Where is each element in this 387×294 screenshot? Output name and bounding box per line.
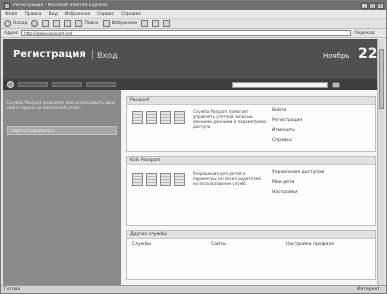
- status-bar: Готово Интернет: [1, 285, 386, 293]
- section-link[interactable]: Настройки профиля: [286, 240, 334, 250]
- section-link[interactable]: Мои дети: [272, 178, 372, 188]
- sidebar-register-tab[interactable]: Зарегистрироваться: [7, 126, 117, 135]
- section-link[interactable]: Управление доступом: [272, 168, 372, 178]
- thumbnail-image: [160, 111, 171, 124]
- minimize-button[interactable]: _: [361, 2, 368, 9]
- section-header: Passport: [127, 97, 375, 105]
- window-title: Регистрация - Microsoft Internet Explore…: [13, 3, 108, 8]
- print-button[interactable]: [163, 20, 171, 28]
- section-link[interactable]: Регистрация: [272, 116, 372, 126]
- menu-bar: Файл Правка Вид Избранное Сервис Справка: [1, 10, 386, 18]
- menu-view[interactable]: Вид: [49, 12, 58, 17]
- printer-icon: [163, 20, 171, 27]
- address-label: Адрес: [4, 30, 19, 36]
- login-link[interactable]: Вход: [97, 51, 118, 60]
- site-search-button[interactable]: [332, 81, 340, 88]
- home-icon: [64, 20, 72, 27]
- section-description: Служба Passport помогает управлять учетн…: [193, 109, 267, 129]
- status-text: Готово: [4, 287, 21, 292]
- sidebar-intro: Служба Passport позволяет вам использова…: [7, 100, 116, 110]
- browser-window: Регистрация - Microsoft Internet Explore…: [0, 0, 387, 294]
- section-link[interactable]: Службы: [132, 240, 151, 250]
- back-button[interactable]: Назад: [4, 20, 27, 28]
- back-arrow-icon: [4, 20, 11, 27]
- vertical-scrollbar[interactable]: [377, 39, 384, 285]
- date-day: 22: [358, 46, 378, 62]
- section-links: Управление доступом Мои дети Настройки: [272, 168, 372, 198]
- refresh-icon: [53, 20, 61, 27]
- browser-toolbar: Назад Поиск Избранное: [1, 18, 386, 29]
- title-bar: Регистрация - Microsoft Internet Explore…: [1, 1, 386, 10]
- nav-tab-3[interactable]: [86, 82, 116, 87]
- star-icon: [102, 20, 110, 27]
- section-links: Войти Регистрация Изменить Справка: [272, 106, 372, 146]
- section-header: Другие службы: [127, 231, 375, 239]
- menu-edit[interactable]: Правка: [24, 12, 41, 17]
- section-link[interactable]: Справка: [272, 136, 372, 146]
- menu-file[interactable]: Файл: [5, 12, 17, 17]
- section-thumbnails: [132, 111, 185, 124]
- thumbnail-image: [174, 111, 185, 124]
- scrollbar-thumb[interactable]: [379, 49, 384, 109]
- thumbnail-image: [146, 173, 157, 186]
- nav-tab-2[interactable]: [52, 82, 82, 87]
- stop-button[interactable]: [42, 20, 50, 28]
- thumbnail-image: [160, 173, 171, 186]
- security-zone: Интернет: [357, 287, 380, 292]
- refresh-button[interactable]: [53, 20, 61, 28]
- section-link[interactable]: Войти: [272, 106, 372, 116]
- web-page: Регистрация | Вход Ноябрь 22 Служба Pass…: [3, 39, 384, 285]
- thumbnail-image: [146, 111, 157, 124]
- section-link[interactable]: Сайты: [211, 240, 226, 250]
- close-button[interactable]: ×: [377, 2, 384, 9]
- address-input[interactable]: http://www.passport.net: [21, 30, 352, 36]
- stop-icon: [42, 20, 50, 27]
- maximize-button[interactable]: □: [369, 2, 376, 9]
- favorites-button[interactable]: Избранное: [102, 20, 138, 28]
- home-nav-icon[interactable]: [7, 81, 14, 88]
- menu-tools[interactable]: Сервис: [97, 12, 114, 17]
- ie-app-icon: [4, 2, 10, 9]
- nav-tab-1[interactable]: [18, 82, 48, 87]
- address-bar: Адрес http://www.passport.net Переход: [1, 29, 386, 38]
- search-button[interactable]: Поиск: [75, 20, 99, 28]
- home-button[interactable]: [64, 20, 72, 28]
- section-link[interactable]: Изменить: [272, 126, 372, 136]
- main-content: Passport Служба Passport помогает управл…: [123, 90, 378, 285]
- forward-arrow-icon: [31, 20, 39, 27]
- site-nav: [3, 79, 378, 90]
- section-other-services: Другие службы Службы Сайты Настройки про…: [126, 230, 376, 280]
- mail-icon: [152, 20, 160, 27]
- window-controls: _ □ ×: [361, 2, 384, 9]
- section-kids: Kids Passport Разрешения для детей и пар…: [126, 156, 376, 226]
- date-month: Ноябрь: [323, 52, 350, 60]
- section-description: Разрешения для детей и параметры согласи…: [193, 171, 261, 186]
- section-link[interactable]: Настройки: [272, 188, 372, 198]
- mail-button[interactable]: [152, 20, 160, 28]
- section-links: Службы Сайты Настройки профиля: [132, 240, 372, 250]
- go-button[interactable]: Переход: [354, 31, 374, 36]
- menu-help[interactable]: Справка: [121, 12, 141, 17]
- thumbnail-image: [132, 111, 143, 124]
- thumbnail-image: [132, 173, 143, 186]
- section-passport: Passport Служба Passport помогает управл…: [126, 96, 376, 152]
- forward-button[interactable]: [31, 20, 39, 28]
- history-button[interactable]: [141, 20, 149, 28]
- site-brand: Регистрация: [13, 49, 86, 60]
- section-thumbnails: [132, 173, 185, 186]
- banner-separator: |: [91, 50, 95, 60]
- search-icon: [75, 20, 83, 27]
- site-search-input[interactable]: [232, 81, 328, 88]
- site-banner: Регистрация | Вход Ноябрь 22: [3, 39, 378, 79]
- favorites-label: Избранное: [111, 21, 138, 26]
- back-label: Назад: [13, 21, 28, 26]
- history-icon: [141, 20, 149, 27]
- left-sidebar: Служба Passport позволяет вам использова…: [3, 90, 121, 285]
- menu-favorites[interactable]: Избранное: [65, 12, 91, 17]
- thumbnail-image: [174, 173, 185, 186]
- search-label: Поиск: [84, 21, 99, 26]
- section-header: Kids Passport: [127, 157, 375, 165]
